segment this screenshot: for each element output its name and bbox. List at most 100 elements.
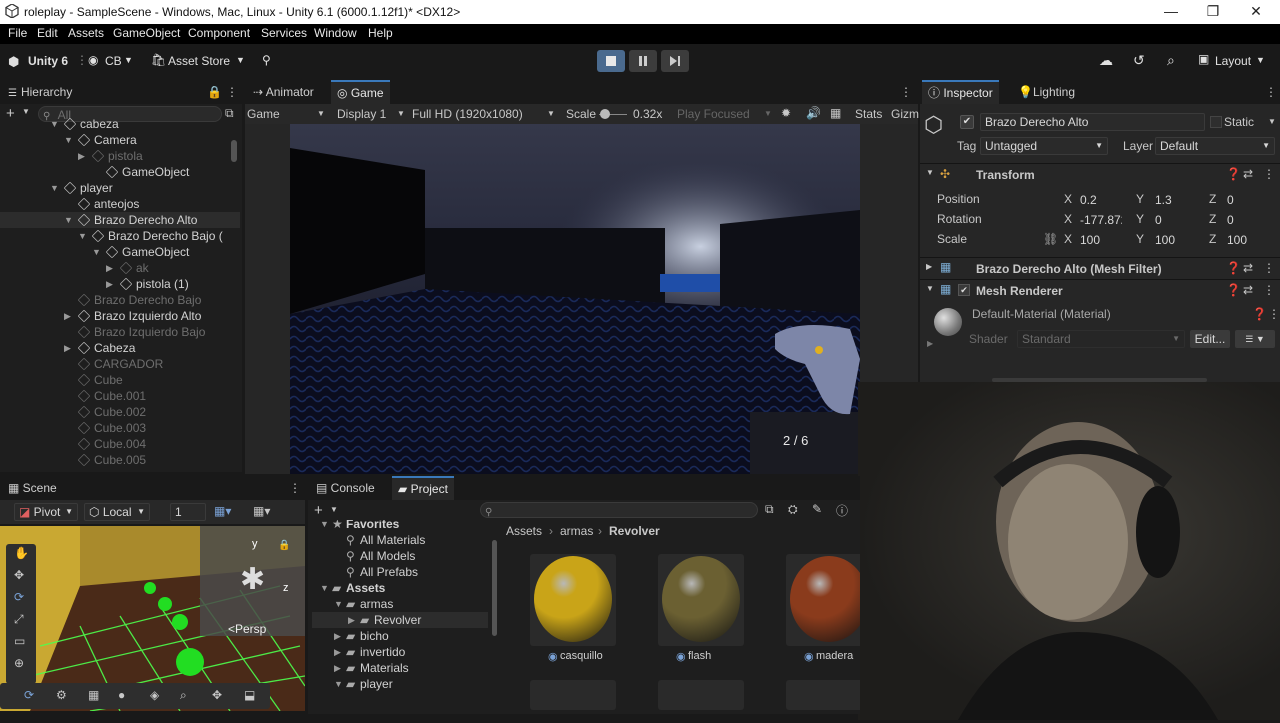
chevron-icon[interactable]: ▼	[320, 580, 329, 596]
grid-icon[interactable]: ▦	[88, 688, 99, 702]
material-thumbnail[interactable]	[658, 554, 744, 646]
asset-thumbnail[interactable]	[530, 680, 616, 710]
hierarchy-row[interactable]: ▶ ak	[0, 260, 240, 276]
hierarchy-row[interactable]: Cube.001	[0, 388, 240, 404]
position-x-field[interactable]: 0.2	[1075, 191, 1123, 209]
cloud-icon[interactable]: ☁	[1099, 52, 1113, 69]
settings-icon[interactable]: ⚙	[56, 688, 67, 702]
minimize-button[interactable]: —	[1151, 2, 1191, 22]
lock-icon[interactable]: 🔒	[207, 85, 222, 99]
more-icon[interactable]: ⋮	[900, 85, 912, 99]
shader-options-button[interactable]: ☰ ▼	[1235, 330, 1275, 348]
move-tool-icon[interactable]: ✥	[212, 688, 222, 702]
breadcrumb-revolver[interactable]: Revolver	[609, 524, 660, 538]
project-folder-row[interactable]: ▼ ★ Favorites	[312, 520, 488, 532]
grid-icon[interactable]: ▦▾	[214, 504, 231, 518]
hierarchy-row[interactable]: ▶ Brazo Izquierdo Alto	[0, 308, 240, 324]
chevron-right-icon[interactable]: ▶	[64, 340, 71, 356]
chevron-icon[interactable]: ▶	[348, 612, 355, 628]
help-icon[interactable]: ❓	[1226, 261, 1241, 275]
menu-component[interactable]: Component	[188, 26, 250, 40]
step-button[interactable]	[661, 50, 689, 72]
transform-tool-icon[interactable]: ⊕	[14, 656, 24, 670]
play-focused-dropdown[interactable]: Play Focused	[677, 107, 750, 121]
grid-icon[interactable]: ▦	[830, 106, 841, 120]
camera-icon[interactable]: ⬓	[244, 688, 255, 702]
history-icon[interactable]: ↺	[1133, 52, 1145, 69]
help-icon[interactable]: ❓	[1226, 283, 1241, 297]
project-folder-row[interactable]: ▶ ▰ bicho	[312, 628, 488, 644]
more-icon[interactable]: ⋮	[1265, 85, 1277, 99]
chevron-icon[interactable]: ▼	[334, 676, 343, 692]
pivot-dropdown[interactable]: ◪ Pivot ▼	[14, 503, 78, 521]
tab-hierarchy[interactable]: ☰ Hierarchy	[2, 80, 78, 104]
rotation-y-field[interactable]: 0	[1150, 211, 1200, 229]
hierarchy-row[interactable]: ▶ pistola	[0, 148, 240, 164]
breadcrumb-armas[interactable]: armas	[560, 524, 593, 538]
hierarchy-row[interactable]: ▼ cabeza	[0, 116, 240, 132]
add-icon[interactable]: +	[314, 502, 323, 519]
chevron-down-icon[interactable]: ▼	[50, 116, 59, 132]
local-dropdown[interactable]: ⬡ Local ▼	[84, 503, 150, 521]
more-icon[interactable]: ⋮	[226, 85, 238, 99]
version-control-icon[interactable]: ⚲	[262, 53, 271, 67]
filter-label-icon[interactable]: ⛭	[788, 502, 798, 517]
position-y-field[interactable]: 1.3	[1150, 191, 1200, 209]
tab-game[interactable]: ◎ Game	[331, 80, 390, 104]
chevron-icon[interactable]: ▶	[334, 628, 341, 644]
hierarchy-row[interactable]: Cube.005	[0, 452, 240, 468]
menu-services[interactable]: Services	[261, 26, 307, 40]
filter-type-icon[interactable]: ⧉	[765, 502, 774, 517]
more-icon[interactable]: ⋮	[289, 481, 301, 495]
hierarchy-row[interactable]: ▼ Brazo Derecho Alto	[0, 212, 240, 228]
mesh-renderer-enabled-checkbox[interactable]: ✔	[958, 284, 970, 296]
rotation-z-field[interactable]: 0	[1222, 211, 1272, 229]
project-folder-row[interactable]: ▶ ▰ invertido	[312, 644, 488, 660]
project-folder-row[interactable]: ▶ ▰ Materials	[312, 660, 488, 676]
hierarchy-row[interactable]: ▶ Cabeza	[0, 340, 240, 356]
scale-slider-handle[interactable]	[600, 109, 610, 119]
menu-edit[interactable]: Edit	[37, 26, 58, 40]
unity-menu-icon[interactable]: ⬢	[8, 54, 19, 70]
project-folder-row[interactable]: ▼ ▰ Assets	[312, 580, 488, 596]
menu-file[interactable]: File	[8, 26, 27, 40]
close-button[interactable]: ✕	[1236, 2, 1276, 22]
move-tool-icon[interactable]: ✥	[14, 568, 24, 582]
help-icon[interactable]: ❓	[1252, 307, 1267, 321]
orientation-gizmo-icon[interactable]: ✱	[240, 562, 265, 597]
material-thumbnail[interactable]	[530, 554, 616, 646]
chevron-right-icon[interactable]: ▶	[64, 308, 71, 324]
resolution-dropdown[interactable]: Full HD (1920x1080)	[412, 107, 523, 121]
preset-icon[interactable]: ⇄	[1243, 167, 1253, 181]
scene-viewport[interactable]: ✋ ✥ ⟳ ⤢ ▭ ⊕ y z 🔒 ✱ <Persp ⟳ ⚙ ▦ ● ◈ ⌕ ✥…	[0, 526, 305, 711]
asset-thumbnail[interactable]	[658, 680, 744, 710]
object-name-field[interactable]: Brazo Derecho Alto	[980, 113, 1205, 131]
tab-project[interactable]: ▰ Project	[392, 476, 454, 500]
more-icon[interactable]: ⋮	[1263, 167, 1275, 181]
hierarchy-row[interactable]: CARGADOR	[0, 356, 240, 372]
active-checkbox[interactable]: ✔	[960, 115, 974, 129]
rotate-tool-icon[interactable]: ⟳	[14, 590, 24, 604]
tab-lighting[interactable]: 💡Lighting	[1012, 80, 1081, 104]
tab-animator[interactable]: ⇢ Animator	[247, 80, 320, 104]
chevron-down-icon[interactable]: ▼	[92, 244, 101, 260]
material-thumbnail[interactable]	[786, 554, 860, 646]
scale-x-field[interactable]: 100	[1075, 231, 1123, 249]
project-folder-row[interactable]: ▼ ▰ player	[312, 676, 488, 692]
project-folder-row[interactable]: ⚲ All Prefabs	[312, 564, 488, 580]
tab-inspector[interactable]: ⓘ Inspector	[922, 80, 999, 104]
layers-icon[interactable]: ◈	[150, 688, 159, 702]
transform-header[interactable]: ▼ ✣ Transform ❓ ⇄ ⋮	[920, 163, 1280, 185]
more-icon[interactable]: ⋮	[1263, 261, 1275, 275]
breadcrumb-assets[interactable]: Assets	[506, 524, 542, 538]
help-icon[interactable]: ❓	[1226, 167, 1241, 181]
shading-icon[interactable]: ●	[118, 688, 125, 702]
chevron-down-icon[interactable]: ▼	[50, 180, 59, 196]
hierarchy-scrollbar[interactable]	[231, 140, 237, 162]
menu-help[interactable]: Help	[368, 26, 393, 40]
hierarchy-row[interactable]: Cube.004	[0, 436, 240, 452]
chevron-icon[interactable]: ▼	[320, 520, 329, 532]
lock-icon[interactable]: 🔒	[278, 540, 290, 551]
display-dropdown[interactable]: Display 1	[337, 107, 386, 121]
menu-assets[interactable]: Assets	[68, 26, 104, 40]
